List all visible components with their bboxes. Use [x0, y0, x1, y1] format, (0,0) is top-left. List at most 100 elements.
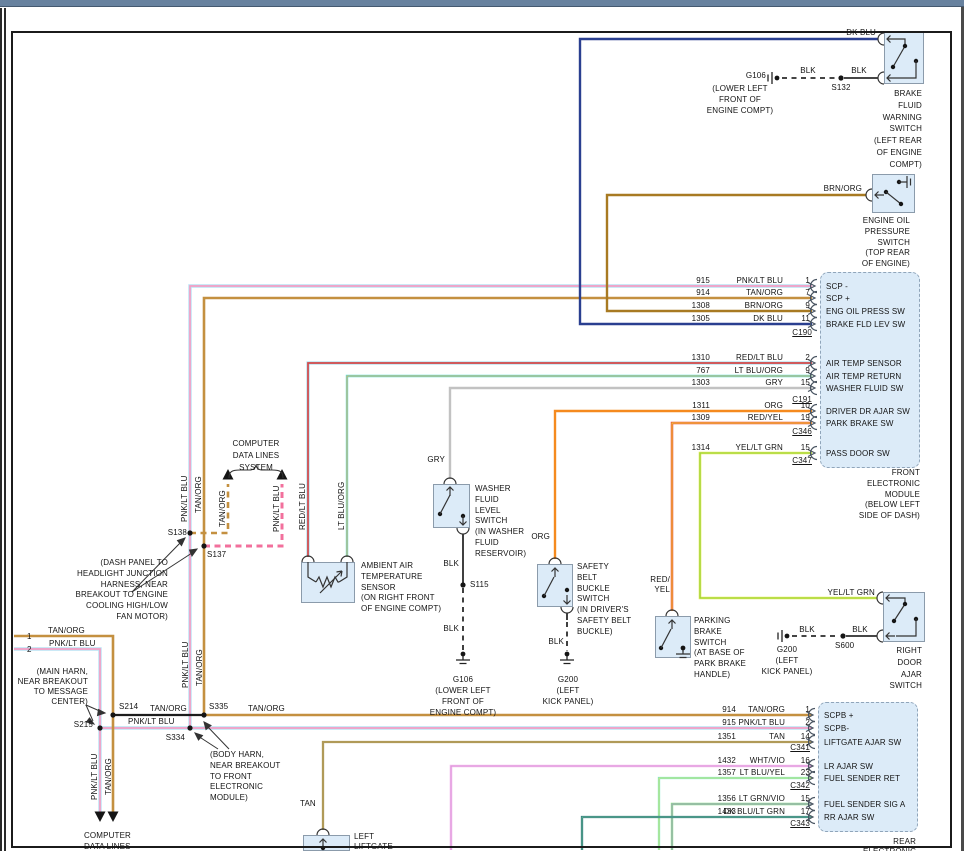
pin-number: 17 [782, 807, 810, 817]
pin-function: LIFTGATE AJAR SW [824, 738, 901, 748]
wire-label-blk: BLK [844, 66, 874, 76]
data-line-arrow-down-icon [95, 812, 106, 823]
connector-label-c347: C347 [782, 456, 812, 466]
wire-label-blk: BLK [845, 625, 875, 635]
wire-label-tan-org-v: TAN/ORG [104, 758, 114, 795]
wire-label-tan-org: TAN/ORG [248, 704, 285, 714]
wire-color-label: YEL/LT GRN [663, 443, 783, 453]
ground-label-g106: G106 [433, 675, 493, 685]
pin-number: 1 [782, 276, 810, 286]
pin-function: RR AJAR SW [824, 813, 874, 823]
wire-label-blk: BLK [792, 625, 822, 635]
page-edge-left-inner [4, 8, 6, 851]
note-cdl-system: COMPUTER DATA LINES SYSTEM [206, 438, 306, 473]
wire-color-label: DK BLU/LT GRN [665, 807, 785, 817]
engine-oil-pressure-switch-box [872, 174, 915, 213]
wire-label-tan: TAN [300, 799, 316, 809]
wire-color-label: BRN/ORG [663, 301, 783, 311]
wire-label-tan-org: TAN/ORG [150, 704, 187, 714]
left-liftgate-switch-box [303, 835, 350, 851]
g106-bottom-ground-icon [456, 652, 470, 664]
wire-label-red-yel: RED/ YEL [640, 575, 670, 595]
wire-label-blk: BLK [429, 559, 459, 569]
safety-belt-buckle-switch-box [537, 564, 573, 607]
wire-pnk-lt-blu-dashed-branch [204, 484, 282, 546]
wire-color-label: GRY [663, 378, 783, 388]
wire-label-brn-org: BRN/ORG [812, 184, 862, 194]
pin-number: 16 [782, 756, 810, 766]
page-edge-left-outer [0, 8, 2, 851]
component-label-engine-oil: ENGINE OIL PRESSURE SWITCH (TOP REAR OF … [810, 216, 910, 270]
splice-label-s138: S138 [157, 528, 187, 538]
connector-label-c341: C341 [780, 743, 810, 753]
wire-label-pnk-lt-blu-dashed-v: PNK/LT BLU [272, 485, 282, 532]
connector-label-c343: C343 [780, 819, 810, 829]
splice-label-s214: S214 [119, 702, 138, 712]
connector-label-c342: C342 [780, 781, 810, 791]
wire-dk-blu-lt-grn [582, 817, 812, 850]
pin-function: SCPB + [824, 711, 854, 721]
edge-pin-2: 2 [27, 645, 32, 655]
pin-number: 2 [782, 718, 810, 728]
component-label-washer: WASHER FLUID LEVEL SWITCH (IN WASHER FLU… [475, 484, 565, 560]
ambient-air-temp-sensor-box [301, 562, 355, 603]
wire-color-label: PNK/LT BLU [663, 276, 783, 286]
wire-label-pnk-lt-blu-v: PNK/LT BLU [181, 641, 191, 688]
pin-function: LR AJAR SW [824, 762, 873, 772]
note-body-harn: (BODY HARN, NEAR BREAKOUT TO FRONT ELECT… [210, 750, 300, 804]
pin-number: 11 [782, 314, 810, 324]
wire-label-tan-org-v: TAN/ORG [195, 649, 205, 686]
note-dash-panel: (DASH PANEL TO HEADLIGHT JUNCTION HARNES… [28, 558, 168, 623]
wire-label-pnk-lt-blu-v: PNK/LT BLU [90, 753, 100, 800]
component-label-rdoor: RIGHT DOOR AJAR SWITCH [842, 645, 922, 692]
component-label-ambient: AMBIENT AIR TEMPERATURE SENSOR (ON RIGHT… [361, 561, 471, 615]
splice-label-s215: S215 [63, 720, 93, 730]
note-main-harn: (MAIN HARN, NEAR BREAKOUT TO MESSAGE CEN… [0, 667, 88, 707]
data-line-arrow-down-icon [108, 812, 119, 823]
wire-color-label: LT BLU/ORG [663, 366, 783, 376]
ground-location-g200: (LEFT KICK PANEL) [518, 686, 618, 708]
module-label-rem: REAR ELECTRONIC [816, 837, 916, 851]
pin-number: 15 [782, 794, 810, 804]
wire-color-label: RED/LT BLU [663, 353, 783, 363]
wiring-diagram-page: DK BLU G106 (LOWER LEFT FRONT OF ENGINE … [0, 0, 964, 851]
pin-function: ENG OIL PRESS SW [826, 307, 905, 317]
splice-label-s115: S115 [470, 580, 489, 590]
pin-function: FUEL SENDER SIG A [824, 800, 905, 810]
splice-label-s334: S334 [155, 733, 185, 743]
pin-number: 10 [782, 401, 810, 411]
component-label-belt: SAFETY BELT BUCKLE SWITCH (IN DRIVER'S S… [577, 562, 667, 638]
wire-label-tan-org-v: TAN/ORG [194, 476, 204, 513]
wire-color-label: PNK/LT BLU [665, 718, 785, 728]
connector-label-c190: C190 [782, 328, 812, 338]
pin-number: 19 [782, 413, 810, 423]
pin-function: SCPB- [824, 724, 849, 734]
pin-function: DRIVER DR AJAR SW [826, 407, 910, 417]
wire-org [555, 411, 812, 559]
pin-number: 1 [782, 705, 810, 715]
pin-function: AIR TEMP SENSOR [826, 359, 902, 369]
ground-label-g106: G106 [736, 71, 766, 81]
wire-color-label: WHT/VIO [665, 756, 785, 766]
wire-color-label: TAN/ORG [663, 288, 783, 298]
wire-color-label: RED/YEL [663, 413, 783, 423]
pin-function: BRAKE FLD LEV SW [826, 320, 905, 330]
wire-label-tan-org: TAN/ORG [48, 626, 85, 636]
wire-color-label: DK BLU [663, 314, 783, 324]
wire-label-blk: BLK [793, 66, 823, 76]
edge-pin-1: 1 [27, 632, 32, 642]
washer-fluid-level-switch-box [433, 484, 470, 528]
wire-label-pnk-lt-blu: PNK/LT BLU [128, 717, 175, 727]
ground-location-g106: (LOWER LEFT FRONT OF ENGINE COMPT) [690, 84, 790, 116]
wire-color-label: TAN/ORG [665, 705, 785, 715]
wire-label-org: ORG [520, 532, 550, 542]
pin-number: 14 [782, 732, 810, 742]
wire-label-gry: GRY [415, 455, 445, 465]
splice-label-s335: S335 [209, 702, 228, 712]
splice-label-s137: S137 [207, 550, 226, 560]
ground-location-g200: (LEFT KICK PANEL) [737, 656, 837, 678]
ground-label-g200: G200 [757, 645, 817, 655]
brake-fluid-warning-switch-box [884, 31, 924, 84]
pin-function: SCP + [826, 294, 850, 304]
note-cdl: COMPUTER DATA LINES [84, 831, 144, 851]
